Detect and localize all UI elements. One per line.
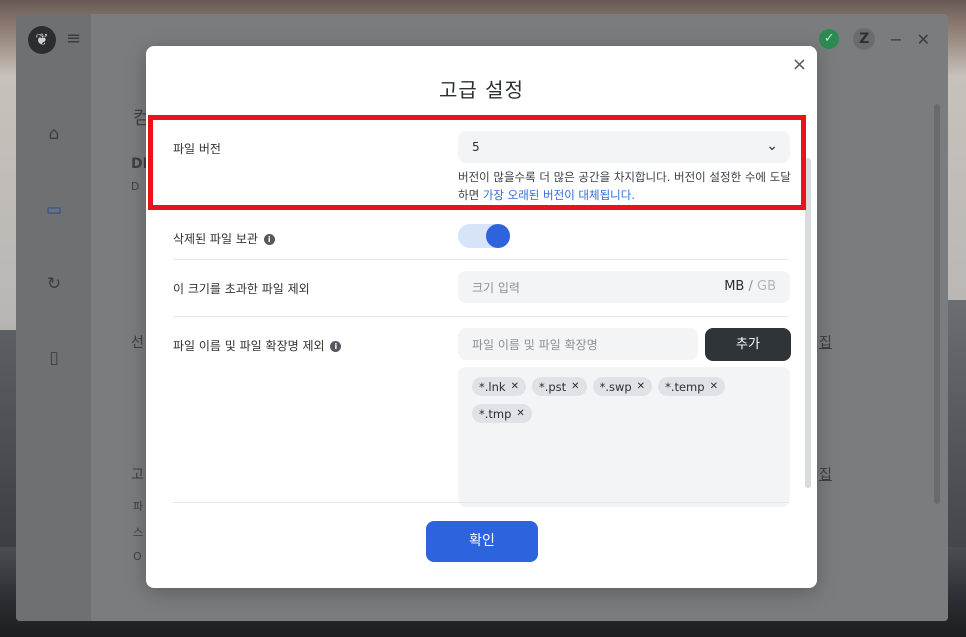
- tag-label: *.lnk: [479, 379, 506, 394]
- exclude-size-label: 이 크기를 초과한 파일 제외: [173, 282, 310, 296]
- bg-text-5: 고: [131, 467, 144, 483]
- file-version-value: 5: [472, 140, 480, 154]
- tag-label: *.tmp: [479, 406, 512, 421]
- window-controls: ✓ Z − ✕: [819, 28, 930, 50]
- unit-mb[interactable]: MB: [724, 279, 744, 294]
- dialog-scrollbar[interactable]: [805, 158, 811, 488]
- info-icon[interactable]: i: [263, 234, 275, 245]
- bg-link-1[interactable]: 집: [819, 332, 832, 352]
- exclude-names-text: 파일 이름 및 파일 확장명 제외: [173, 339, 325, 353]
- tag-label: *.pst: [538, 379, 567, 394]
- tag-list: *.lnk ✕ *.pst ✕ *.swp ✕ *.temp ✕ *.tmp ✕: [472, 377, 782, 423]
- extension-input-placeholder: 파일 이름 및 파일 확장명: [472, 338, 598, 352]
- bg-text-3: D: [131, 180, 140, 193]
- sync-status-check-icon: ✓: [819, 29, 840, 49]
- bg-text-4: 선: [131, 335, 144, 351]
- divider: [173, 316, 789, 317]
- remove-tag-icon[interactable]: ✕: [511, 381, 519, 392]
- file-version-label: 파일 버전: [173, 142, 221, 156]
- app-sidebar: ❦ ≡ ⌂ ▭ ↻ ▯: [16, 14, 91, 621]
- advanced-settings-dialog: × 고급 설정 파일 버전 5 ⌄ 버전이 많을수록 더 많은 공간을 차지합니…: [146, 46, 817, 588]
- extension-input[interactable]: 파일 이름 및 파일 확장명: [458, 328, 698, 360]
- tag-chip: *.lnk ✕: [472, 377, 526, 396]
- hamburger-menu-icon[interactable]: ≡: [66, 28, 81, 49]
- add-button[interactable]: 추가: [705, 328, 791, 361]
- size-input[interactable]: 크기 입력 MB / GB: [458, 271, 790, 303]
- leaf-logo-icon: ❦: [28, 26, 56, 54]
- divider: [173, 259, 789, 260]
- bg-scrollbar[interactable]: [934, 104, 940, 504]
- dialog-title: 고급 설정: [439, 78, 524, 102]
- unit-separator: /: [748, 279, 753, 294]
- info-icon[interactable]: i: [330, 341, 342, 352]
- toggle-knob: [486, 224, 510, 248]
- bg-text-6: 파: [133, 500, 144, 513]
- file-version-hint: 버전이 많을수록 더 많은 공간을 차지합니다. 버전이 설정한 수에 도달하면…: [458, 168, 794, 204]
- minimize-icon[interactable]: −: [889, 30, 902, 49]
- bg-link-2[interactable]: 집: [819, 464, 832, 484]
- tag-chip: *.pst ✕: [531, 377, 587, 396]
- tag-chip: *.temp ✕: [658, 377, 725, 396]
- divider: [173, 502, 789, 503]
- bg-text-7: 스: [133, 526, 144, 539]
- user-avatar[interactable]: Z: [853, 28, 876, 50]
- hint-link[interactable]: 가장 오래된 버전이 대체됩니다.: [483, 188, 635, 202]
- sync-icon[interactable]: ↻: [44, 274, 64, 294]
- tag-label: *.temp: [665, 379, 705, 394]
- close-window-icon[interactable]: ✕: [917, 30, 930, 49]
- unit-switch[interactable]: MB / GB: [724, 279, 776, 294]
- remove-tag-icon[interactable]: ✕: [571, 381, 579, 392]
- home-icon[interactable]: ⌂: [44, 124, 64, 144]
- excluded-tags-area: *.lnk ✕ *.pst ✕ *.swp ✕ *.temp ✕ *.tmp ✕: [458, 367, 790, 507]
- close-icon[interactable]: ×: [792, 54, 807, 75]
- phone-icon[interactable]: ▯: [44, 348, 64, 368]
- remove-tag-icon[interactable]: ✕: [637, 381, 645, 392]
- remove-tag-icon[interactable]: ✕: [516, 408, 524, 419]
- keep-deleted-label: 삭제된 파일 보관 i: [173, 230, 275, 247]
- computer-icon[interactable]: ▭: [44, 200, 64, 220]
- keep-deleted-text: 삭제된 파일 보관: [173, 232, 258, 246]
- remove-tag-icon[interactable]: ✕: [710, 381, 718, 392]
- tag-chip: *.tmp ✕: [472, 404, 532, 423]
- size-input-placeholder: 크기 입력: [472, 281, 520, 295]
- file-version-select[interactable]: 5 ⌄: [458, 131, 790, 163]
- keep-deleted-toggle[interactable]: [458, 224, 510, 248]
- confirm-button[interactable]: 확인: [426, 521, 538, 562]
- unit-gb[interactable]: GB: [757, 279, 776, 294]
- exclude-names-label: 파일 이름 및 파일 확장명 제외 i: [173, 337, 342, 354]
- tag-label: *.swp: [599, 379, 632, 394]
- chevron-down-icon: ⌄: [766, 138, 778, 154]
- bg-text-8: O: [133, 550, 142, 563]
- tag-chip: *.swp ✕: [592, 377, 653, 396]
